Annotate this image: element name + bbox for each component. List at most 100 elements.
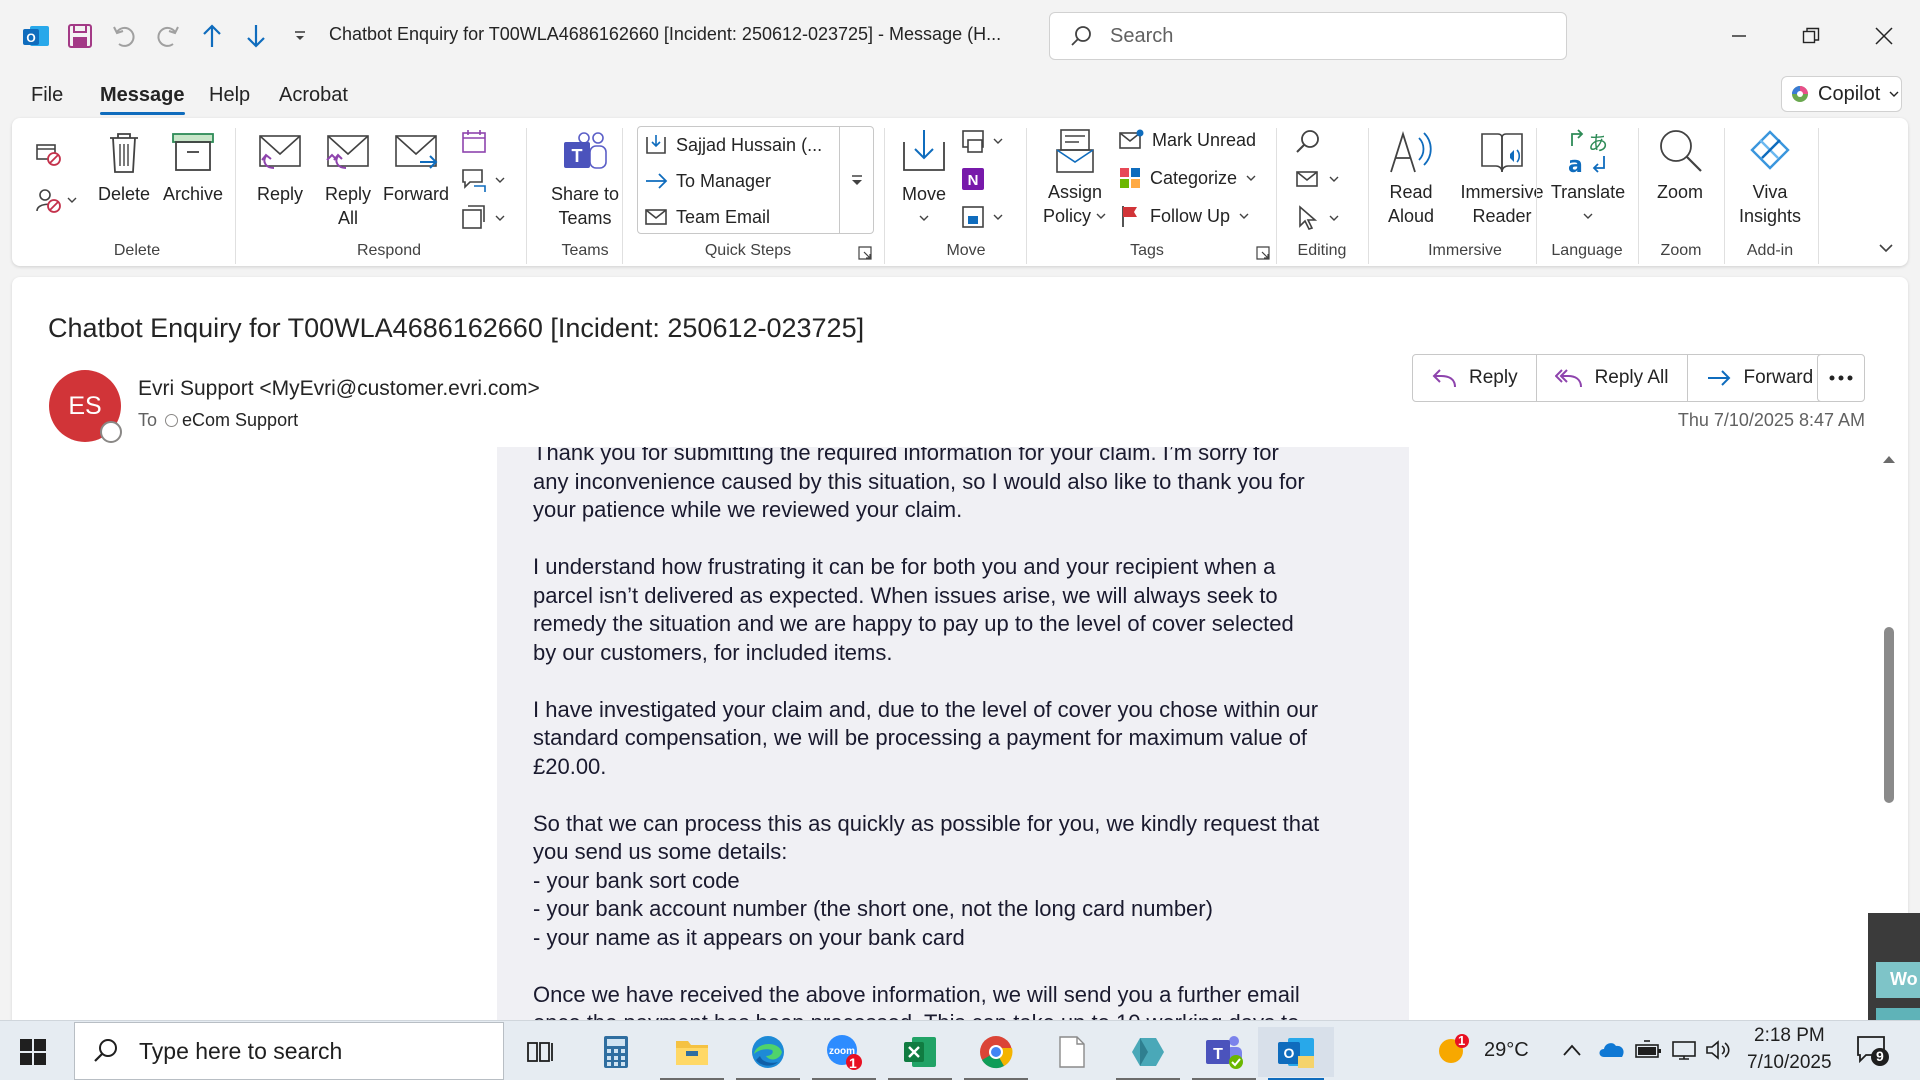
volume-icon[interactable] (1704, 1039, 1732, 1066)
reply-ribbon-button[interactable]: Reply (252, 130, 308, 206)
taskbar-search-input[interactable] (139, 1037, 479, 1065)
customize-toolbar-icon[interactable] (278, 14, 322, 58)
tab-help[interactable]: Help (209, 84, 250, 107)
scrollbar-thumb[interactable] (1884, 627, 1894, 803)
forward-button[interactable]: Forward (1688, 355, 1832, 401)
undo-icon[interactable] (102, 14, 146, 58)
reply-all-button[interactable]: Reply All (1537, 355, 1688, 401)
im-reply-button[interactable] (460, 166, 506, 194)
task-view-button[interactable] (502, 1027, 578, 1077)
select-button[interactable] (1294, 204, 1340, 232)
quick-steps-expand-button[interactable] (839, 127, 873, 233)
reply-all-ribbon-button[interactable]: Reply All (318, 130, 378, 230)
show-hidden-icons-button[interactable] (1562, 1041, 1582, 1062)
related-mail-icon (1296, 171, 1318, 187)
zoom-button[interactable]: Zoom (1650, 128, 1710, 204)
previous-item-icon[interactable] (190, 14, 234, 58)
more-respond-button[interactable] (460, 204, 506, 232)
copilot-button[interactable]: Copilot (1781, 76, 1902, 112)
ignore-button[interactable] (34, 140, 62, 173)
redo-icon[interactable] (146, 14, 190, 58)
tab-acrobat[interactable]: Acrobat (279, 84, 348, 107)
svg-text:O: O (26, 31, 35, 45)
actions-button[interactable] (960, 204, 1004, 230)
delete-button[interactable]: Delete (98, 130, 150, 206)
clock-time[interactable]: 2:18 PM (1754, 1025, 1825, 1047)
restore-button[interactable] (1779, 12, 1843, 60)
mark-unread-button[interactable]: Mark Unread (1118, 128, 1256, 152)
start-button[interactable] (20, 1039, 46, 1070)
forward-ribbon-button[interactable]: Forward (380, 130, 452, 206)
side-overlay-chip[interactable]: Wo (1876, 962, 1920, 998)
move-button[interactable]: Move (896, 128, 952, 230)
viva-insights-button[interactable]: Viva Insights (1736, 128, 1804, 228)
minimize-button[interactable] (1707, 12, 1771, 60)
find-button[interactable] (1294, 128, 1322, 161)
clock-date[interactable]: 7/10/2025 (1747, 1052, 1832, 1074)
taskbar-notepad[interactable] (1034, 1027, 1110, 1077)
ribbon-collapse-button[interactable] (1878, 240, 1894, 261)
assign-policy-label-1: Assign (1047, 182, 1103, 202)
find-icon (1296, 130, 1319, 153)
assign-policy-button[interactable]: Assign Policy (1040, 128, 1110, 228)
chevron-down-icon (1329, 176, 1339, 182)
battery-icon[interactable] (1634, 1039, 1662, 1066)
save-icon[interactable] (58, 14, 102, 58)
notification-center-button[interactable]: 9 (1856, 1035, 1890, 1072)
categorize-button[interactable]: Categorize (1118, 166, 1257, 190)
taskbar-chrome[interactable] (958, 1027, 1034, 1080)
group-label-move: Move (946, 242, 986, 259)
follow-up-button[interactable]: Follow Up (1118, 204, 1250, 228)
search-box[interactable] (1049, 12, 1567, 60)
next-item-icon[interactable] (234, 14, 278, 58)
recipient-name: eCom Support (182, 410, 299, 430)
chevron-up-icon (1563, 1044, 1581, 1056)
read-aloud-label-1: Read (1389, 182, 1433, 202)
taskbar-edge[interactable] (730, 1027, 806, 1080)
notification-icon (1857, 1036, 1889, 1066)
body-line: Once we have received the above informat… (533, 981, 1300, 1007)
weather-temperature[interactable]: 29°C (1484, 1039, 1529, 1062)
taskbar-zoom[interactable]: zoom 1 (806, 1027, 882, 1080)
taskbar-search[interactable] (74, 1022, 504, 1080)
share-to-teams-button[interactable]: T Share to Teams (540, 130, 630, 230)
junk-button[interactable] (34, 186, 78, 214)
taskbar-outlook[interactable]: O (1258, 1027, 1334, 1080)
quick-step-to-manager[interactable]: To Manager (644, 169, 771, 193)
taskbar-excel[interactable] (882, 1027, 958, 1080)
taskbar-teams[interactable]: T (1186, 1027, 1262, 1080)
search-input[interactable] (1110, 24, 1530, 48)
chevron-down-icon (993, 138, 1003, 144)
quick-step-team-email[interactable]: Team Email (644, 205, 770, 229)
quick-steps-dialog-launcher[interactable] (858, 244, 872, 265)
rules-button[interactable] (960, 128, 1004, 154)
sender-name[interactable]: Evri Support <MyEvri@customer.evri.com> (138, 377, 540, 401)
meeting-reply-button[interactable] (460, 128, 488, 161)
reply-button[interactable]: Reply (1413, 355, 1537, 401)
close-window-button[interactable] (1852, 12, 1916, 60)
translate-button[interactable]: aあ Translate (1548, 128, 1628, 228)
tags-dialog-launcher[interactable] (1256, 244, 1270, 265)
recipient-chip[interactable]: eCom Support (165, 410, 298, 431)
more-actions-button[interactable] (1817, 354, 1865, 402)
immersive-reader-button[interactable]: Immersive Reader (1452, 128, 1552, 228)
taskbar-calculator[interactable] (578, 1027, 654, 1077)
window-title: Chatbot Enquiry for T00WLA4686162660 [In… (329, 24, 1002, 44)
taskbar-file-explorer[interactable] (654, 1027, 730, 1080)
viva-insights-label-1: Viva (1752, 182, 1788, 202)
document-icon (1059, 1036, 1085, 1068)
related-button[interactable] (1294, 166, 1340, 192)
read-aloud-button[interactable]: Read Aloud (1376, 128, 1446, 228)
archive-button[interactable]: Archive (162, 130, 224, 206)
body-paragraph: I have investigated your claim and, due … (533, 696, 1383, 782)
network-icon[interactable] (1670, 1039, 1698, 1066)
onenote-button[interactable]: N (960, 166, 986, 197)
taskbar-app-diamond[interactable] (1110, 1027, 1186, 1080)
tab-message[interactable]: Message (100, 84, 185, 115)
weather-widget[interactable]: 1 (1436, 1033, 1470, 1072)
tab-file[interactable]: File (31, 84, 63, 107)
quick-step-sajjad[interactable]: Sajjad Hussain (... (644, 133, 822, 157)
onedrive-icon[interactable] (1598, 1039, 1626, 1064)
message-date: Thu 7/10/2025 8:47 AM (1677, 410, 1865, 430)
chevron-down-icon (495, 215, 505, 221)
